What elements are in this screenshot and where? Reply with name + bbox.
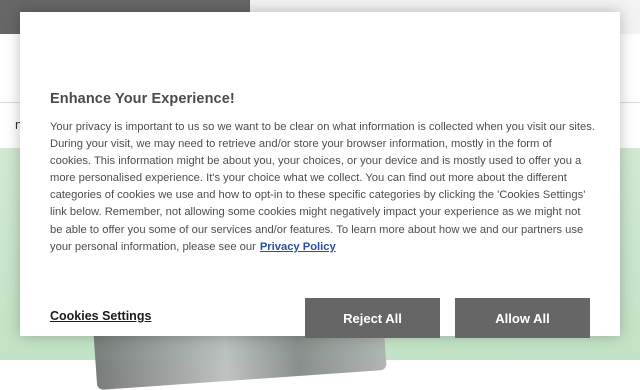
dialog-title: Enhance Your Experience! xyxy=(50,91,235,107)
allow-all-button[interactable]: Allow All xyxy=(455,298,590,338)
reject-all-button[interactable]: Reject All xyxy=(305,298,440,338)
cookie-consent-dialog: Enhance Your Experience! Your privacy is… xyxy=(20,12,620,338)
description-text: Your privacy is important to us so we wa… xyxy=(50,121,595,253)
cookies-settings-button[interactable]: Cookies Settings xyxy=(50,309,151,323)
dialog-description: Your privacy is important to us so we wa… xyxy=(50,119,595,256)
privacy-policy-link[interactable]: Privacy Policy xyxy=(260,241,336,253)
